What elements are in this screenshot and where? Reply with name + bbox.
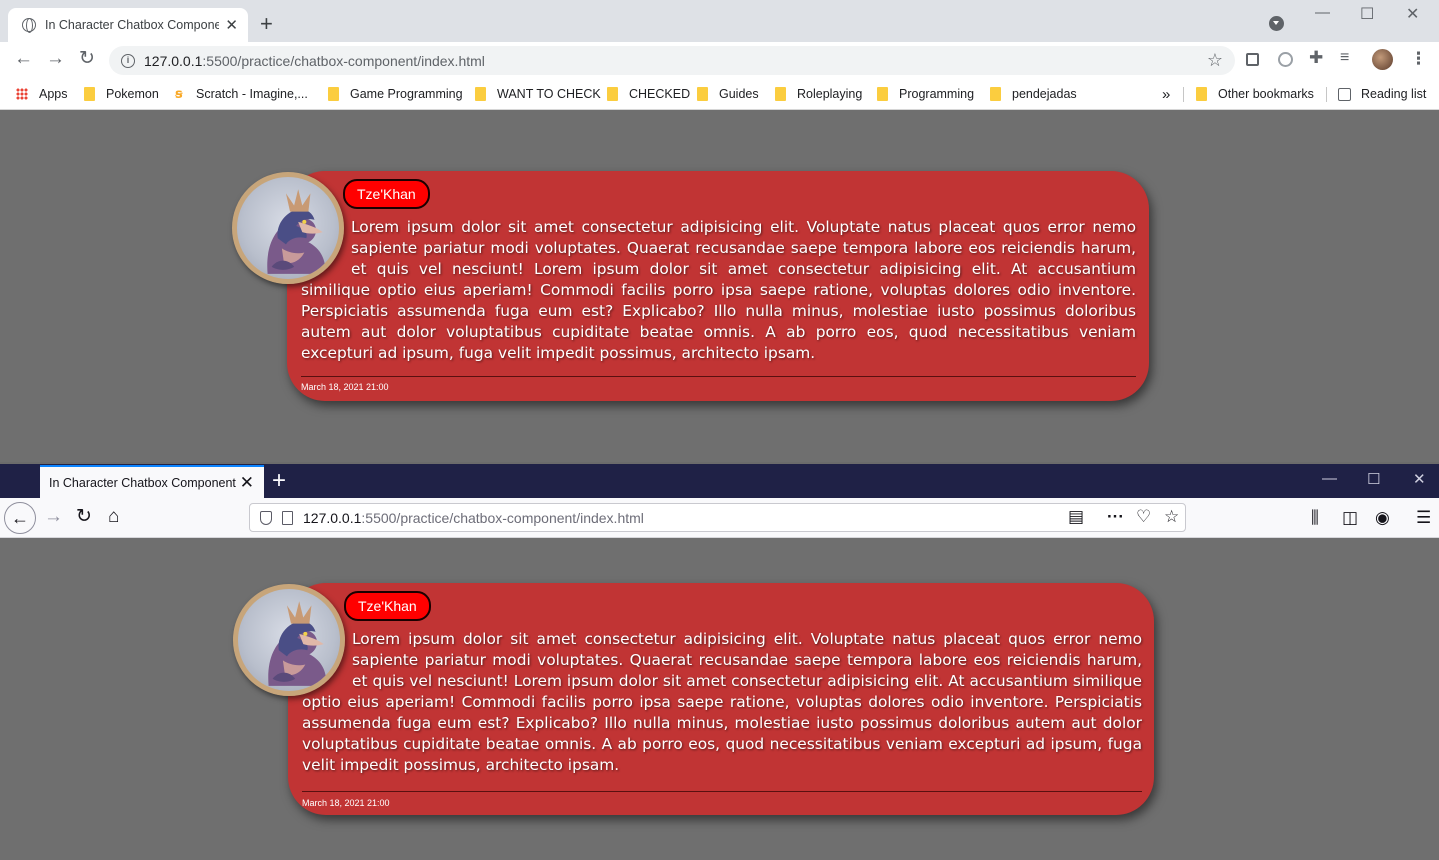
address-bar[interactable]: 127.0.0.1:5500/practice/chatbox-componen… [249,503,1186,532]
bookmarks-separator [1326,87,1327,102]
folder-icon [697,87,708,101]
extensions-puzzle-icon[interactable]: ✚ [1309,48,1323,68]
extension-copy-icon[interactable] [1246,53,1259,66]
bookmarks-separator [1183,87,1184,102]
message-timestamp: March 18, 2021 21:00 [302,798,390,808]
scratch-icon: ꞩ [175,86,183,101]
new-tab-button[interactable]: + [272,467,286,495]
address-bar[interactable]: i 127.0.0.1:5500/practice/chatbox-compon… [109,46,1235,75]
maximize-button[interactable]: ☐ [1367,470,1380,488]
tab-search-icon[interactable] [1269,16,1284,31]
chat-message: Lorem ipsum dolor sit amet consectetur a… [302,630,1142,774]
firefox-page-content: Tze'Khan Lorem ipsum dolor sit amet cons… [0,539,1439,860]
reload-icon[interactable]: ↻ [79,49,95,69]
close-window-button[interactable]: ✕ [1406,4,1419,24]
new-tab-button[interactable]: + [260,11,273,37]
forward-arrow-icon[interactable]: → [46,49,65,69]
folder-icon [607,87,618,101]
pocket-icon[interactable]: ♡ [1136,507,1151,527]
character-name-badge: Tze'Khan [344,591,431,621]
reload-icon[interactable]: ↻ [76,506,92,528]
bookmark-pokemon[interactable]: Pokemon [84,85,159,103]
chatbox-card: Tze'Khan Lorem ipsum dolor sit amet cons… [287,171,1149,401]
bookmark-scratch[interactable]: ꞩ Scratch - Imagine,... [175,85,308,103]
bookmark-apps[interactable]: Apps [16,85,68,103]
folder-icon [328,87,339,101]
apps-grid-icon [16,88,28,100]
folder-icon [84,87,95,101]
dragon-portrait-icon [267,189,326,274]
bookmark-pendejadas[interactable]: pendejadas [990,85,1077,103]
bookmark-other-bookmarks[interactable]: Other bookmarks [1196,85,1314,103]
chatbox-divider [301,376,1136,377]
chat-message: Lorem ipsum dolor sit amet consectetur a… [301,218,1136,362]
close-window-button[interactable]: ✕ [1413,470,1426,488]
chrome-toolbar: ← → ↻ i 127.0.0.1:5500/practice/chatbox-… [0,42,1439,78]
page-info-icon[interactable] [282,510,293,525]
reader-view-icon[interactable]: ▤ [1068,507,1084,527]
bookmark-checked[interactable]: CHECKED [607,85,690,103]
forward-arrow-icon[interactable]: → [44,506,63,528]
chrome-tab-strip: In Character Chatbox Component ✕ + — ☐ ✕ [0,0,1439,42]
extension-compass-icon[interactable] [1278,52,1293,67]
back-arrow-icon[interactable]: ← [4,502,36,534]
chrome-tab-active[interactable]: In Character Chatbox Component ✕ [8,8,248,42]
message-timestamp: March 18, 2021 21:00 [301,382,389,392]
bookmark-game-programming[interactable]: Game Programming [328,85,463,103]
media-control-icon[interactable]: ≡ [1340,48,1349,68]
bookmark-guides[interactable]: Guides [697,85,759,103]
firefox-window: In Character Chatbox Component ✕ + — ☐ ✕… [0,464,1439,860]
bookmark-star-icon[interactable]: ☆ [1207,50,1223,71]
library-icon[interactable]: ⫼ [1311,508,1319,528]
page-actions-icon[interactable]: ··· [1107,507,1124,527]
bookmarks-overflow-button[interactable]: » [1162,85,1170,103]
close-tab-icon[interactable]: ✕ [240,473,254,493]
globe-icon [22,18,36,33]
firefox-tab-title: In Character Chatbox Component [49,475,236,490]
minimize-button[interactable]: — [1322,470,1337,487]
close-tab-icon[interactable]: ✕ [225,16,238,34]
firefox-toolbar: ← → ↻ ⌂ 127.0.0.1:5500/practice/chatbox-… [0,498,1439,538]
bookmark-roleplaying[interactable]: Roleplaying [775,85,862,103]
chatbox-card: Tze'Khan Lorem ipsum dolor sit amet cons… [288,583,1154,815]
chrome-window: In Character Chatbox Component ✕ + — ☐ ✕… [0,0,1439,462]
bookmarks-bar: Apps Pokemon ꞩ Scratch - Imagine,... Game… [0,78,1439,110]
chatbox-divider [302,791,1142,792]
firefox-menu-icon[interactable]: ☰ [1416,508,1431,528]
chrome-page-content: Tze'Khan Lorem ipsum dolor sit amet cons… [1,111,1437,462]
site-info-icon[interactable]: i [121,53,135,68]
maximize-button[interactable]: ☐ [1360,4,1374,24]
firefox-tab-strip: In Character Chatbox Component ✕ + — ☐ ✕ [0,464,1439,498]
home-icon[interactable]: ⌂ [108,506,119,528]
character-avatar [233,584,345,696]
profile-avatar[interactable] [1372,49,1393,70]
folder-icon [1196,87,1207,101]
bookmark-programming[interactable]: Programming [877,85,974,103]
reading-list-icon [1338,87,1351,101]
sidebar-icon[interactable]: ◫ [1342,508,1358,528]
folder-icon [877,87,888,101]
back-arrow-icon[interactable]: ← [14,49,33,69]
bookmark-want-to-check[interactable]: WANT TO CHECK [475,85,601,103]
minimize-button[interactable]: — [1315,4,1330,21]
account-icon[interactable]: ◉ [1375,508,1390,528]
dragon-portrait-icon [268,601,327,686]
reading-list-button[interactable]: Reading list [1338,85,1426,103]
address-url[interactable]: 127.0.0.1:5500/practice/chatbox-componen… [144,53,485,69]
address-url[interactable]: 127.0.0.1:5500/practice/chatbox-componen… [303,510,644,526]
character-avatar [232,172,344,284]
firefox-tab-active[interactable]: In Character Chatbox Component ✕ [40,465,264,498]
folder-icon [475,87,486,101]
chrome-tab-title: In Character Chatbox Component [45,18,220,32]
tracking-protection-shield-icon[interactable] [260,510,272,525]
bookmark-star-icon[interactable]: ☆ [1164,507,1179,527]
character-name-badge: Tze'Khan [343,179,430,209]
folder-icon [990,87,1001,101]
folder-icon [775,87,786,101]
chrome-menu-icon[interactable]: ⋮ [1410,49,1427,69]
